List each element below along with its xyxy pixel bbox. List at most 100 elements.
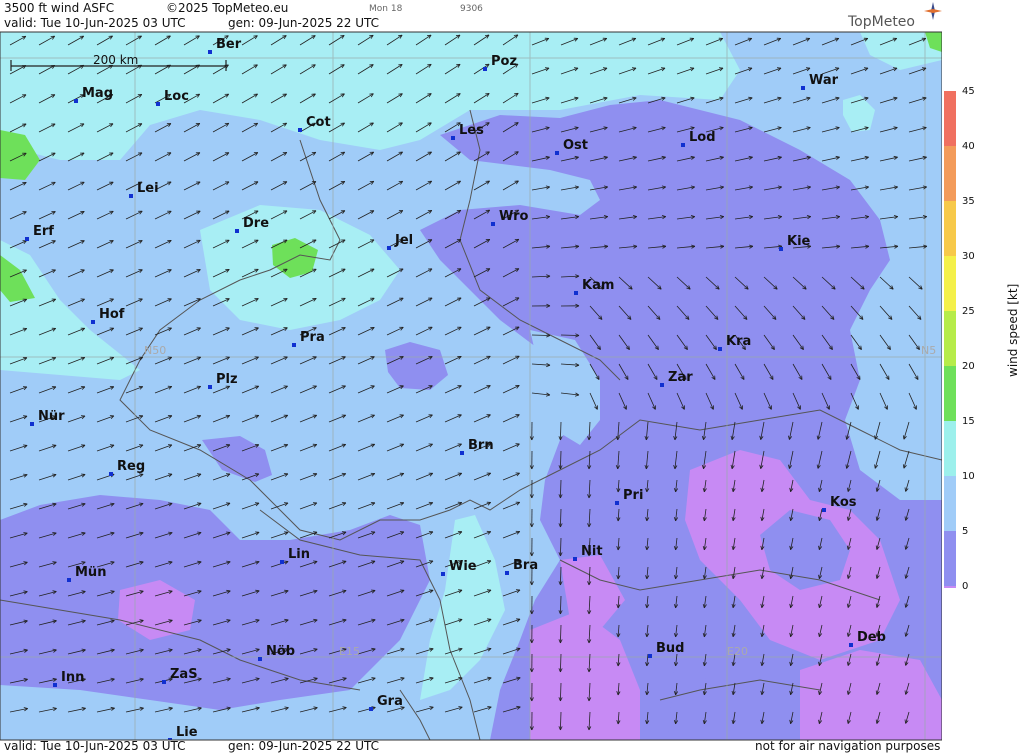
wind-arrow-head bbox=[282, 35, 287, 37]
grid-label-n50: N50 bbox=[144, 344, 166, 357]
city-label: Reg bbox=[117, 459, 145, 474]
city-marker bbox=[369, 707, 373, 711]
city-marker bbox=[156, 102, 160, 106]
brand-name: TopMeteo bbox=[848, 14, 915, 30]
city-marker bbox=[280, 560, 284, 564]
wind-arrow-head bbox=[52, 473, 57, 475]
city-marker bbox=[74, 99, 78, 103]
wind-arrow-head bbox=[313, 589, 318, 591]
compass-icon bbox=[924, 2, 942, 20]
legend-tick: 40 bbox=[962, 141, 975, 152]
wind-arrow-head bbox=[313, 531, 318, 533]
legend-swatch bbox=[944, 476, 956, 531]
city-label: Kam bbox=[582, 278, 614, 293]
city-marker bbox=[483, 67, 487, 71]
brand-logo[interactable]: TopMeteo bbox=[848, 2, 942, 30]
wind-arrow-head bbox=[23, 444, 28, 446]
city-label: Ber bbox=[216, 37, 242, 52]
valid-time: valid: Tue 10-Jun-2025 03 UTC bbox=[4, 16, 186, 30]
wind-arrow-head bbox=[429, 589, 434, 591]
city-marker bbox=[67, 578, 71, 582]
city-marker bbox=[660, 383, 664, 387]
legend-swatch bbox=[944, 201, 956, 256]
city-marker bbox=[30, 422, 34, 426]
wind-arrow bbox=[560, 334, 580, 336]
legend-tick: 15 bbox=[962, 416, 975, 427]
wind-arrow-head bbox=[139, 502, 144, 504]
legend-swatch bbox=[944, 366, 956, 421]
city-marker bbox=[25, 237, 29, 241]
city-marker bbox=[718, 347, 722, 351]
city-marker bbox=[460, 451, 464, 455]
legend-tick: 35 bbox=[962, 196, 975, 207]
city-label: Lod bbox=[689, 130, 716, 145]
city-marker bbox=[822, 508, 826, 512]
wind-arrow-head bbox=[340, 35, 345, 37]
city-label: Les bbox=[459, 123, 484, 138]
city-label: Dre bbox=[243, 216, 269, 231]
city-label: Hof bbox=[99, 307, 125, 322]
city-marker bbox=[235, 229, 239, 233]
wind-arrow-head bbox=[284, 531, 289, 533]
city-label: Lin bbox=[288, 547, 310, 562]
city-marker bbox=[298, 128, 302, 132]
gen-time: gen: 09-Jun-2025 22 UTC bbox=[228, 16, 380, 30]
map-title: 3500 ft wind ASFC bbox=[4, 1, 115, 15]
wind-arrow-head bbox=[487, 618, 492, 620]
city-label: Erf bbox=[33, 224, 54, 239]
wind-arrow-head bbox=[369, 34, 374, 37]
wind-arrow-head bbox=[458, 589, 463, 591]
city-marker bbox=[573, 557, 577, 561]
wind-arrow-head bbox=[52, 444, 57, 446]
wind-arrow-head bbox=[427, 93, 432, 95]
legend-swatch bbox=[944, 91, 956, 146]
city-marker bbox=[91, 320, 95, 324]
wind-arrow-head bbox=[514, 122, 519, 124]
city-label: Bra bbox=[513, 558, 538, 573]
legend-tick: 0 bbox=[962, 581, 969, 592]
wind-arrow-head bbox=[197, 531, 202, 533]
city-label: Lei bbox=[137, 181, 159, 196]
code-label: 9306 bbox=[460, 4, 483, 14]
city-label: Poz bbox=[491, 54, 517, 69]
wind-arrow-head bbox=[487, 647, 492, 649]
grid-label-e15: E15 bbox=[339, 645, 360, 658]
city-label: Plz bbox=[216, 372, 238, 387]
legend-tick: 20 bbox=[962, 361, 975, 372]
legend-swatch bbox=[944, 311, 956, 366]
city-marker bbox=[451, 136, 455, 140]
wind-arrow-head bbox=[313, 560, 318, 562]
wind-arrow-head bbox=[23, 473, 28, 475]
legend-swatch bbox=[944, 531, 956, 586]
city-label: Zar bbox=[668, 370, 693, 385]
city-marker bbox=[648, 654, 652, 658]
mon-label: Mon 18 bbox=[369, 4, 403, 14]
city-marker bbox=[292, 343, 296, 347]
wind-arrow-head bbox=[197, 502, 202, 504]
grid-label-n50-right: N5 bbox=[921, 344, 936, 357]
legend-tick: 5 bbox=[962, 526, 969, 537]
city-label: Mün bbox=[75, 565, 106, 580]
wind-arrow-head bbox=[168, 502, 173, 504]
city-marker bbox=[555, 151, 559, 155]
city-label: Nöb bbox=[266, 644, 295, 659]
wind-arrow-head bbox=[369, 64, 374, 66]
wind-arrow-head bbox=[255, 560, 260, 562]
city-marker bbox=[615, 501, 619, 505]
legend-swatch bbox=[944, 256, 956, 311]
legend-tick: 25 bbox=[962, 306, 975, 317]
grid-label-e20: E20 bbox=[727, 645, 748, 658]
city-label: War bbox=[809, 73, 839, 88]
city-marker bbox=[505, 571, 509, 575]
wind-arrow-head bbox=[514, 92, 519, 95]
wind-arrow-head bbox=[342, 589, 347, 591]
city-marker bbox=[208, 50, 212, 54]
city-label: Nür bbox=[38, 409, 65, 424]
city-marker bbox=[387, 246, 391, 250]
legend-swatch bbox=[944, 146, 956, 201]
copyright: ©2025 TopMeteo.eu bbox=[166, 1, 289, 15]
city-marker bbox=[53, 683, 57, 687]
legend-tick: 45 bbox=[962, 86, 975, 97]
city-label: Wro bbox=[499, 209, 529, 224]
city-label: Gra bbox=[377, 694, 403, 709]
